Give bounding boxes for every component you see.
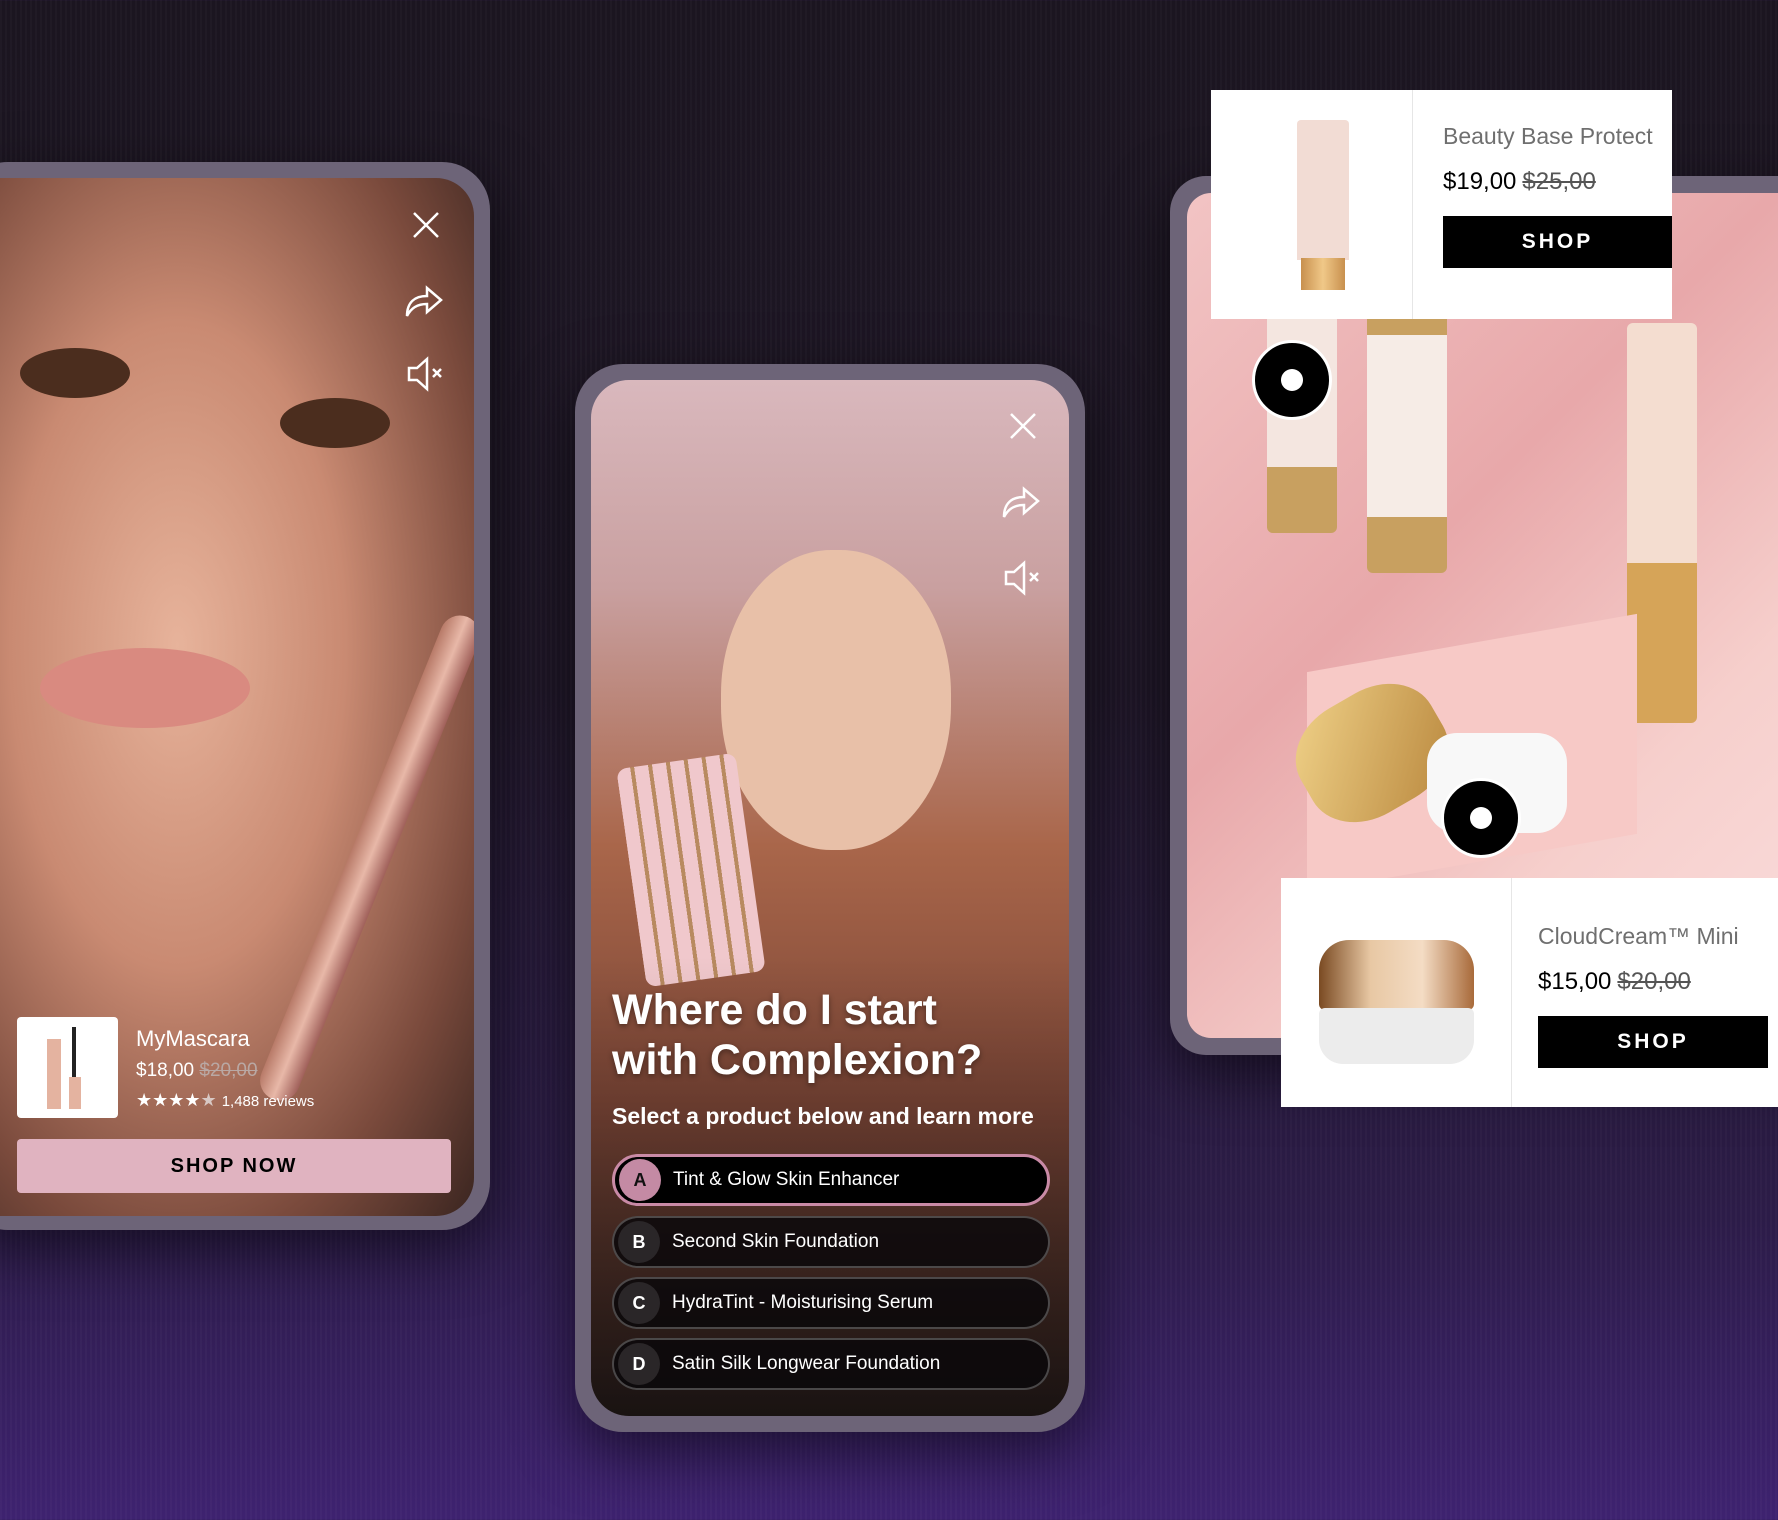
option-label: Satin Silk Longwear Foundation xyxy=(672,1353,941,1374)
shop-now-button[interactable]: SHOP NOW xyxy=(17,1139,451,1193)
current-price: $15,00 xyxy=(1538,968,1612,995)
product-image[interactable] xyxy=(1281,878,1512,1107)
current-price: $19,00 xyxy=(1443,168,1517,195)
quiz-subtitle: Select a product below and learn more xyxy=(612,1103,1034,1129)
shop-button[interactable]: SHOP xyxy=(1443,216,1672,268)
old-price: $20,00 xyxy=(1617,968,1691,995)
mute-icon[interactable] xyxy=(405,354,445,394)
option-label: Tint & Glow Skin Enhancer xyxy=(673,1169,900,1190)
quiz-option-b[interactable]: B Second Skin Foundation xyxy=(612,1216,1050,1268)
review-count: 1,488 reviews xyxy=(221,1093,315,1110)
close-icon[interactable] xyxy=(406,205,446,245)
option-letter: D xyxy=(618,1343,660,1385)
option-letter: A xyxy=(619,1159,661,1201)
star-rating-icon: ★★★★ xyxy=(136,1090,201,1110)
product-thumbnail[interactable] xyxy=(17,1017,118,1118)
old-price: $20,00 xyxy=(199,1060,258,1081)
quiz-title: Where do I start with Complexion? xyxy=(612,985,982,1085)
product-info: Beauty Base Protect $19,00 $25,00 SHOP xyxy=(1413,90,1672,319)
current-price: $18,00 xyxy=(136,1060,195,1081)
product-hotspot[interactable] xyxy=(1252,340,1332,420)
option-letter: B xyxy=(618,1221,660,1263)
product-name: MyMascara xyxy=(136,1026,250,1051)
product-price: $15,00 $20,00 xyxy=(1538,968,1768,996)
title-line: Where do I start xyxy=(612,986,937,1034)
quiz-option-c[interactable]: C HydraTint - Moisturising Serum xyxy=(612,1277,1050,1329)
quiz-option-d[interactable]: D Satin Silk Longwear Foundation xyxy=(612,1338,1050,1390)
share-icon[interactable] xyxy=(403,280,443,320)
product-price: $19,00 $25,00 xyxy=(1443,168,1672,196)
half-star-icon: ★ xyxy=(200,1090,217,1110)
share-icon[interactable] xyxy=(1000,481,1040,521)
quiz-option-a[interactable]: A Tint & Glow Skin Enhancer xyxy=(612,1154,1050,1206)
product-card-cloudcream: CloudCream™ Mini $15,00 $20,00 SHOP xyxy=(1281,878,1778,1107)
eye-left xyxy=(20,348,130,398)
mascara-wand xyxy=(254,609,474,1107)
option-label: Second Skin Foundation xyxy=(672,1231,880,1252)
product-card-beauty-base: Beauty Base Protect $19,00 $25,00 SHOP xyxy=(1211,90,1672,319)
close-icon[interactable] xyxy=(1003,406,1043,446)
rating: ★★★★★ 1,488 reviews xyxy=(136,1090,314,1111)
product-name: CloudCream™ Mini xyxy=(1538,923,1739,949)
lips xyxy=(40,648,250,728)
eye-right xyxy=(280,398,390,448)
option-label: HydraTint - Moisturising Serum xyxy=(672,1292,934,1313)
option-letter: C xyxy=(618,1282,660,1324)
product-info: CloudCream™ Mini $15,00 $20,00 SHOP xyxy=(1512,878,1768,1107)
product-image[interactable] xyxy=(1211,90,1413,319)
title-line: with Complexion? xyxy=(612,1036,983,1084)
product-price: $18,00 $20,00 xyxy=(136,1060,258,1082)
shop-button[interactable]: SHOP xyxy=(1538,1016,1768,1068)
product-name: Beauty Base Protect xyxy=(1443,123,1653,149)
old-price: $25,00 xyxy=(1522,168,1596,195)
face xyxy=(721,550,951,850)
mute-icon[interactable] xyxy=(1002,558,1042,598)
product-hotspot[interactable] xyxy=(1441,778,1521,858)
